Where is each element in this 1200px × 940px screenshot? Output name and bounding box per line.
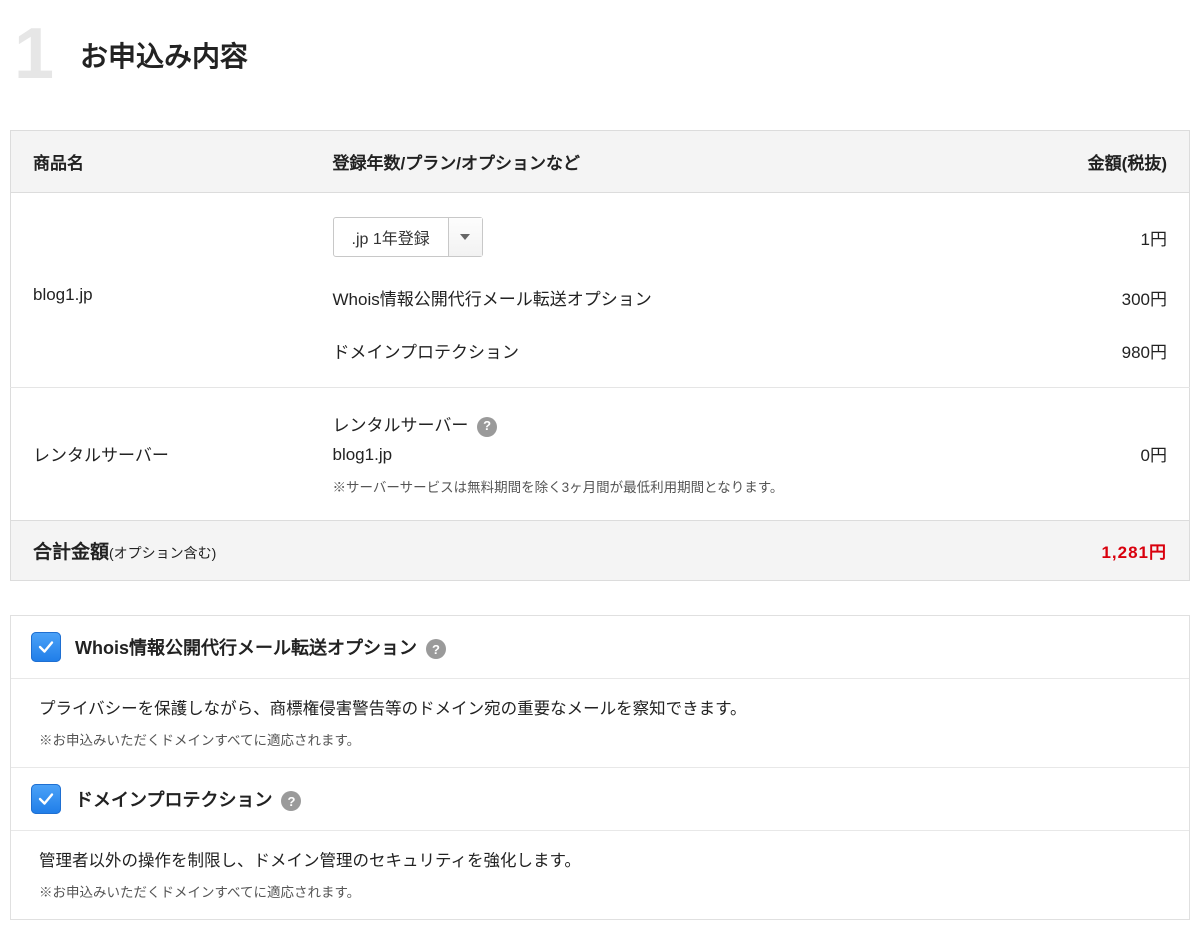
option-title: ドメインプロテクション	[75, 790, 272, 810]
select-value: .jp 1年登録	[334, 218, 448, 256]
line-detail: Whois情報公開代行メール転送オプション	[311, 271, 1030, 324]
order-summary-table: 商品名 登録年数/プラン/オプションなど 金額(税抜) blog1.jp .jp…	[10, 130, 1190, 581]
page-title: お申込み内容	[80, 35, 248, 75]
line-price: 1円	[1030, 193, 1190, 272]
line-price: 0円	[1030, 388, 1190, 521]
step-number: 1	[14, 18, 52, 90]
product-name: blog1.jp	[11, 193, 311, 388]
chevron-down-icon	[448, 218, 482, 256]
option-description: 管理者以外の操作を制限し、ドメイン管理のセキュリティを強化します。	[39, 847, 1161, 871]
server-label: レンタルサーバー	[333, 416, 469, 435]
help-icon[interactable]: ?	[426, 639, 446, 659]
line-price: 300円	[1030, 271, 1190, 324]
table-row-group: blog1.jp .jp 1年登録 1円 Whois情報公開代行メール転送オプシ…	[11, 193, 1190, 388]
option-note: ※お申込みいただくドメインすべてに適応されます。	[39, 881, 1161, 901]
col-header-detail: 登録年数/プラン/オプションなど	[311, 131, 1030, 193]
line-price: 980円	[1030, 324, 1190, 388]
table-row-group: レンタルサーバー レンタルサーバー ? blog1.jp ※サーバーサービスは無…	[11, 388, 1190, 521]
col-header-amount: 金額(税抜)	[1030, 131, 1190, 193]
option-row-header: ドメインプロテクション ?	[11, 767, 1189, 830]
line-detail: ドメインプロテクション	[311, 324, 1030, 388]
option-description: プライバシーを保護しながら、商標権侵害警告等のドメイン宛の重要なメールを察知でき…	[39, 695, 1161, 719]
registration-term-select[interactable]: .jp 1年登録	[333, 217, 483, 257]
help-icon[interactable]: ?	[477, 417, 497, 437]
option-checkbox-whois[interactable]	[31, 632, 61, 662]
option-row-header: Whois情報公開代行メール転送オプション ?	[11, 616, 1189, 678]
total-amount: 1,281円	[1030, 520, 1190, 580]
page-header: 1 お申込み内容	[10, 18, 1190, 90]
col-header-product: 商品名	[11, 131, 311, 193]
option-checkbox-protection[interactable]	[31, 784, 61, 814]
server-note: ※サーバーサービスは無料期間を除く3ヶ月間が最低利用期間となります。	[333, 476, 1008, 496]
server-domain: blog1.jp	[333, 441, 1008, 470]
options-panel: Whois情報公開代行メール転送オプション ? プライバシーを保護しながら、商標…	[10, 615, 1190, 920]
product-name: レンタルサーバー	[11, 388, 311, 521]
option-note: ※お申込みいただくドメインすべてに適応されます。	[39, 729, 1161, 749]
total-sub: (オプション含む)	[109, 545, 216, 561]
help-icon[interactable]: ?	[281, 791, 301, 811]
total-label: 合計金額	[33, 542, 109, 563]
option-title: Whois情報公開代行メール転送オプション	[75, 638, 417, 658]
